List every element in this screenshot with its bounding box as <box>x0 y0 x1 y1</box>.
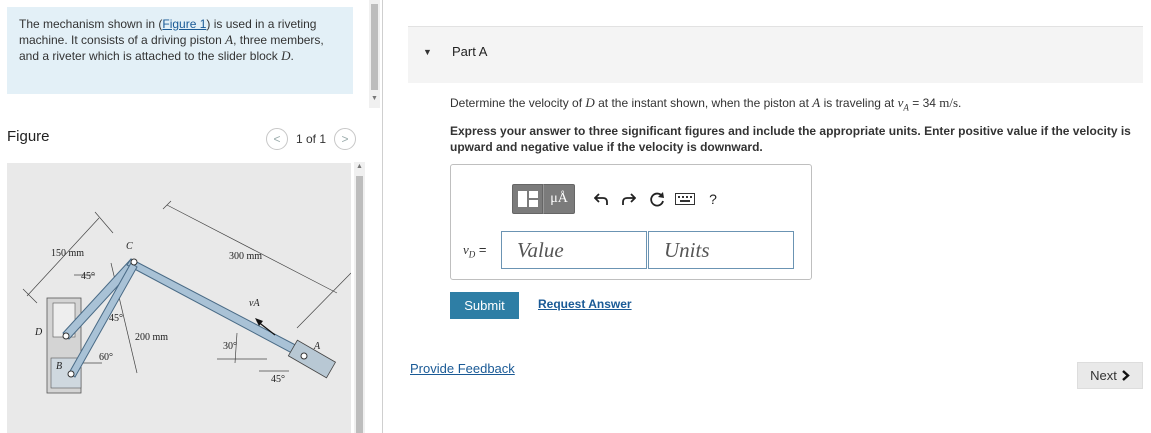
problem-text: The mechanism shown in ( <box>19 17 163 31</box>
part-label: Part A <box>452 44 488 59</box>
question-units: m/s <box>939 95 959 110</box>
dimension-label: 300 mm <box>229 251 262 262</box>
figure-pagination: 1 of 1 <box>296 132 327 146</box>
request-answer-link[interactable]: Request Answer <box>538 297 632 311</box>
point-label: A <box>313 341 321 352</box>
figure-image: 150 mm 300 mm 200 mm 45° 45° 60° 30° 45°… <box>7 163 352 433</box>
dimension-label: 200 mm <box>135 332 168 343</box>
figure-scrollbar[interactable]: ▲ <box>354 162 365 433</box>
question-fragment: is traveling at <box>820 96 898 110</box>
equals-sign: = <box>475 242 487 257</box>
submit-button[interactable]: Submit <box>450 292 519 319</box>
question-fragment: Determine the velocity of <box>450 96 586 110</box>
help-icon[interactable]: ? <box>699 184 727 214</box>
figure-navigation: < 1 of 1 > <box>266 128 357 150</box>
angle-label: 30° <box>223 341 237 352</box>
point-label: D <box>34 327 43 338</box>
next-button[interactable]: Next <box>1077 362 1143 389</box>
question-fragment: at the instant shown, when the piston at <box>594 96 813 110</box>
angle-label: 45° <box>109 313 123 324</box>
undo-icon[interactable] <box>587 184 615 214</box>
template-icon[interactable] <box>512 184 543 214</box>
velocity-label: vA <box>249 298 260 309</box>
scrollbar-thumb[interactable] <box>356 176 363 433</box>
angle-label: 60° <box>99 352 113 363</box>
question-fragment: = 34 <box>908 96 940 110</box>
left-pane: The mechanism shown in (Figure 1) is use… <box>0 0 383 433</box>
problem-scrollbar[interactable]: ▼ <box>369 0 380 108</box>
figure-link[interactable]: Figure 1 <box>162 17 206 31</box>
question-fragment: . <box>958 96 962 110</box>
keyboard-icon[interactable] <box>671 184 699 214</box>
scroll-down-arrow-icon[interactable]: ▼ <box>369 94 380 104</box>
scrollbar-thumb[interactable] <box>371 4 378 90</box>
scroll-up-arrow-icon[interactable]: ▲ <box>354 162 365 172</box>
next-button-label: Next <box>1090 368 1117 383</box>
provide-feedback-link[interactable]: Provide Feedback <box>410 361 515 376</box>
mechanism-diagram: 150 mm 300 mm 200 mm 45° 45° 60° 30° 45°… <box>22 200 352 394</box>
problem-text: . <box>290 49 294 63</box>
variable-D: D <box>281 48 291 63</box>
chevron-right-icon[interactable]: > <box>334 128 357 150</box>
value-input[interactable]: Value <box>501 231 647 269</box>
right-pane: ▼ Part A Determine the velocity of D at … <box>384 0 1151 433</box>
instruction-text: Express your answer to three significant… <box>450 124 1131 154</box>
problem-statement: The mechanism shown in (Figure 1) is use… <box>7 7 353 94</box>
variable-A: A <box>225 32 234 47</box>
figure-title: Figure <box>7 128 50 145</box>
chevron-left-icon[interactable]: < <box>266 128 288 150</box>
part-header[interactable]: ▼ Part A <box>408 26 1143 83</box>
redo-icon[interactable] <box>615 184 643 214</box>
math-toolbar: μÅ ? <box>512 184 727 214</box>
angle-label: 45° <box>81 271 95 282</box>
variable-D: D <box>585 95 595 110</box>
question-text: Determine the velocity of D at the insta… <box>450 95 961 112</box>
chevron-right-icon <box>1122 370 1130 381</box>
point-label: C <box>126 241 133 252</box>
answer-panel: μÅ ? vD = Value Units <box>450 164 812 280</box>
units-icon[interactable]: μÅ <box>543 184 575 214</box>
reset-icon[interactable] <box>643 184 671 214</box>
answer-variable-label: vD = <box>463 242 487 260</box>
dimension-label: 150 mm <box>51 248 84 259</box>
angle-label: 45° <box>271 374 285 385</box>
triangle-down-icon[interactable]: ▼ <box>423 47 432 57</box>
units-input[interactable]: Units <box>648 231 794 269</box>
point-label: B <box>56 361 62 372</box>
